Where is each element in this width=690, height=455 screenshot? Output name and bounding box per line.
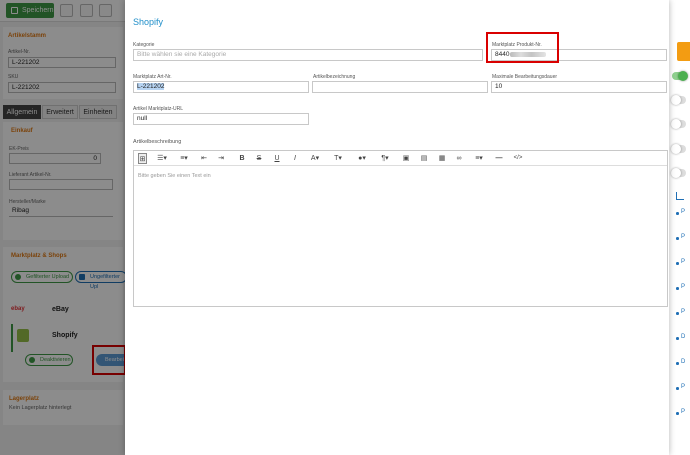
beschreibung-label: Artikelbeschreibung	[133, 139, 182, 145]
right-link-3[interactable]: P	[681, 259, 685, 265]
shopify-modal: Shopify Kategorie Bitte wählen sie eine …	[125, 0, 669, 455]
paragraph-icon[interactable]: ¶▾	[377, 153, 393, 164]
toggle-1[interactable]	[672, 71, 688, 81]
source-view-icon[interactable]: ⊞	[138, 153, 147, 164]
code-view-icon[interactable]: </>	[512, 153, 524, 164]
bold-icon[interactable]: B	[237, 153, 247, 164]
file-icon[interactable]: ▤	[419, 153, 429, 164]
outdent-icon[interactable]: ⇤	[199, 153, 209, 164]
link-icon[interactable]: ∞	[454, 153, 464, 164]
right-panel: P P P P P D D P P	[668, 0, 690, 455]
toggle-5[interactable]	[671, 168, 686, 178]
color-icon[interactable]: ●▾	[354, 153, 370, 164]
right-link-1[interactable]: P	[681, 209, 685, 215]
highlight-produktnr	[486, 32, 559, 63]
right-link-4[interactable]: P	[681, 284, 685, 290]
numbered-list-icon[interactable]: ≡▾	[176, 153, 192, 164]
right-link-9[interactable]: P	[681, 409, 685, 415]
editor-placeholder[interactable]: Bitte geben Sie einen Text ein	[138, 173, 211, 179]
artnr-value: L-221202	[137, 83, 165, 90]
list-bullet	[676, 362, 679, 365]
list-bullet	[676, 212, 679, 215]
right-link-2[interactable]: P	[681, 234, 685, 240]
bezeichnung-label: Artikelbezeichnung	[313, 74, 356, 80]
align-icon[interactable]: ≡▾	[471, 153, 487, 164]
strikethrough-icon[interactable]: S	[254, 153, 264, 164]
toggle-4[interactable]	[671, 144, 686, 154]
right-link-5[interactable]: P	[681, 309, 685, 315]
toggle-3[interactable]	[671, 119, 686, 129]
url-label: Artikel Marktplatz-URL	[133, 106, 184, 112]
url-input[interactable]: null	[133, 113, 309, 125]
modal-title: Shopify	[133, 17, 164, 27]
indent-icon[interactable]: ⇥	[216, 153, 226, 164]
dauer-input[interactable]: 10	[491, 81, 667, 93]
image-icon[interactable]: ▣	[401, 153, 411, 164]
editor-toolbar: ⊞ ☰▾ ≡▾ ⇤ ⇥ B S U I A▾ T▾ ●▾ ¶▾ ▣ ▤ ▦ ∞ …	[134, 151, 667, 166]
toggle-2[interactable]	[671, 95, 686, 105]
bullet-list-icon[interactable]: ☰▾	[154, 153, 170, 164]
underline-icon[interactable]: U	[272, 153, 282, 164]
kategorie-select[interactable]: Bitte wählen sie eine Kategorie	[133, 49, 483, 61]
list-bullet	[676, 337, 679, 340]
right-link-6[interactable]: D	[681, 334, 685, 340]
font-size-icon[interactable]: A▾	[307, 153, 323, 164]
list-bullet	[676, 412, 679, 415]
list-bullet	[676, 262, 679, 265]
list-bullet	[676, 387, 679, 390]
kategorie-label: Kategorie	[133, 42, 155, 48]
bezeichnung-input[interactable]	[312, 81, 488, 93]
list-bullet	[676, 237, 679, 240]
right-link-7[interactable]: D	[681, 359, 685, 365]
list-bullet	[676, 287, 679, 290]
italic-icon[interactable]: I	[290, 153, 300, 164]
text-style-icon[interactable]: T▾	[330, 153, 346, 164]
artnr-label: Marktplatz Art-Nr.	[133, 74, 172, 80]
hierarchy-icon	[676, 192, 684, 200]
artnr-input[interactable]: L-221202	[133, 81, 309, 93]
right-link-8[interactable]: P	[681, 384, 685, 390]
edit-icon[interactable]	[677, 42, 690, 61]
table-icon[interactable]: ▦	[437, 153, 447, 164]
list-bullet	[676, 312, 679, 315]
rich-text-editor: ⊞ ☰▾ ≡▾ ⇤ ⇥ B S U I A▾ T▾ ●▾ ¶▾ ▣ ▤ ▦ ∞ …	[133, 150, 668, 307]
dauer-label: Maximale Bearbeitungsdauer	[492, 74, 558, 80]
horizontal-rule-icon[interactable]: —	[494, 153, 504, 164]
